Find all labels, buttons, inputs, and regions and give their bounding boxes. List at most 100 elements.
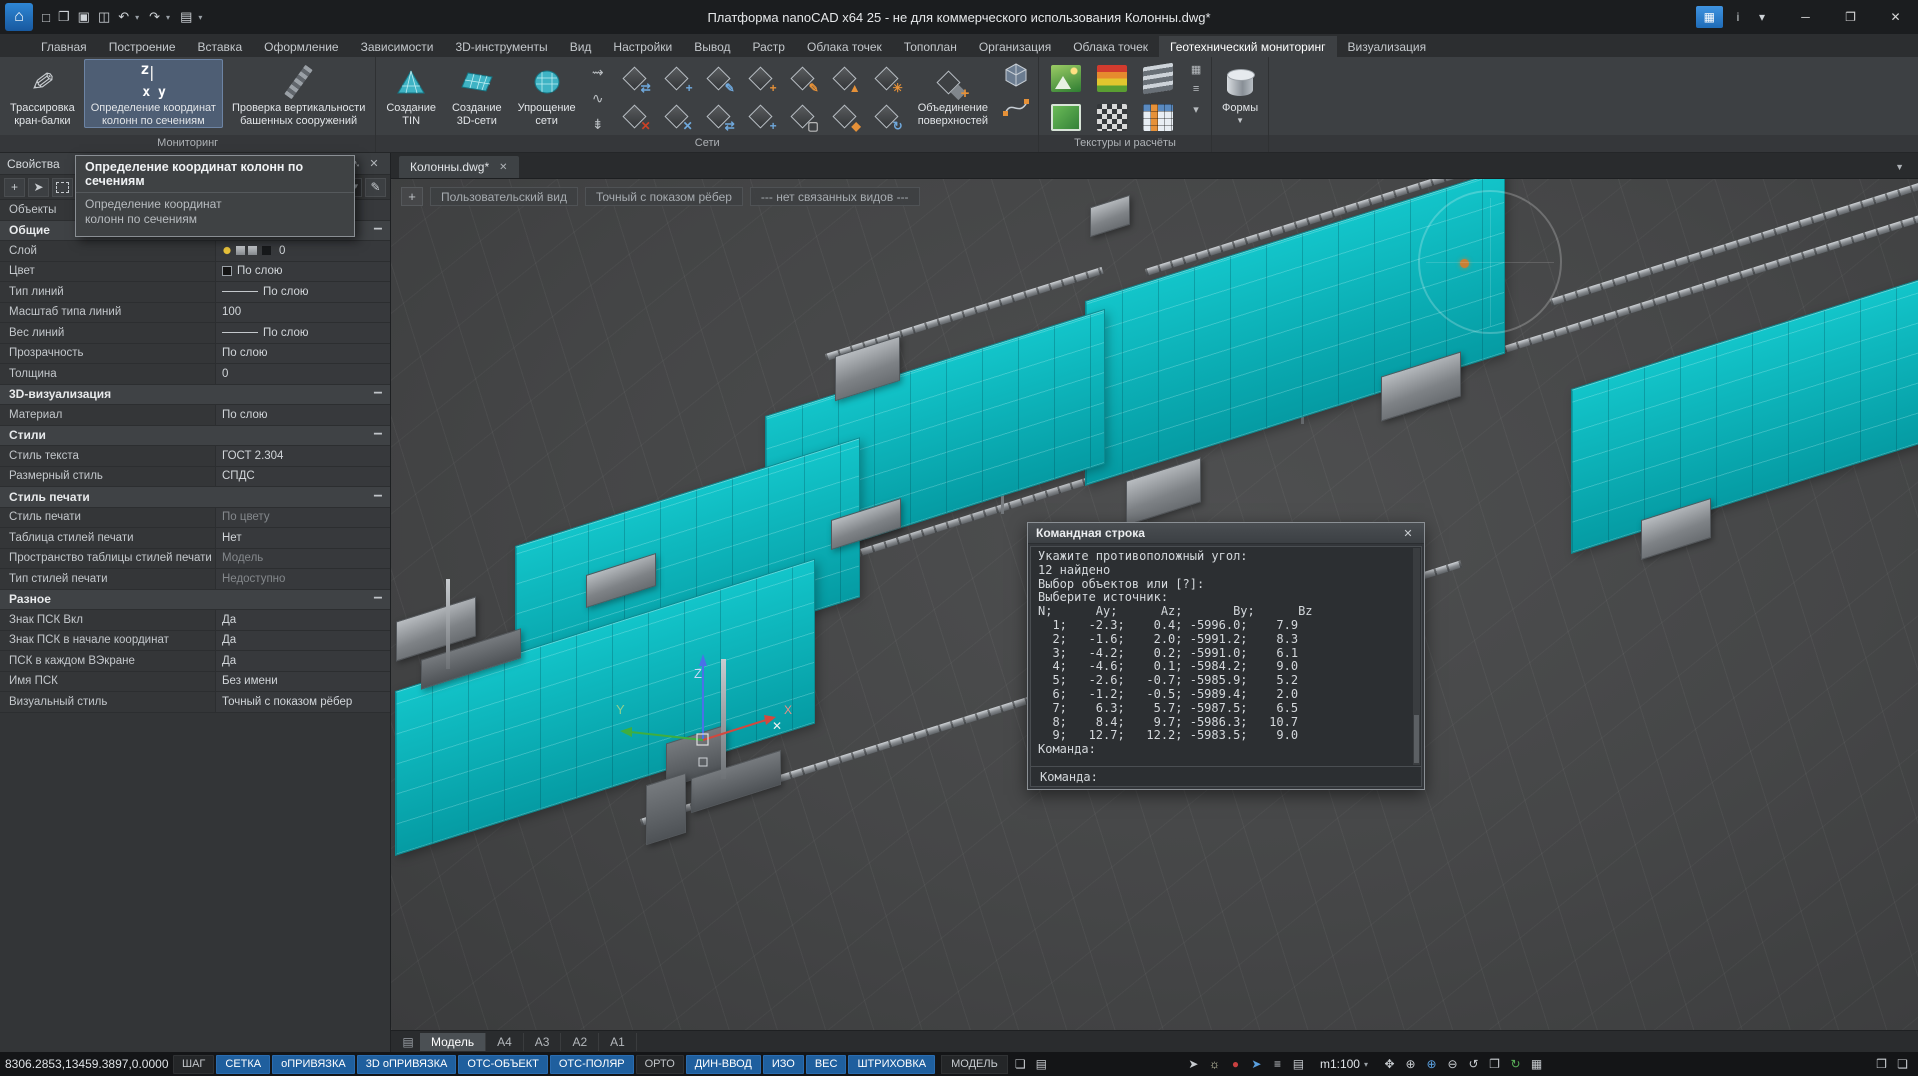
property-value[interactable]: По слою [215, 405, 390, 425]
value-table-icon[interactable] [1135, 98, 1181, 137]
clip-boundary-icon[interactable]: ▢ [782, 97, 824, 135]
help-caret-icon[interactable]: ▾ [1751, 6, 1773, 28]
info-icon[interactable]: i [1727, 6, 1749, 28]
ribbon-tab[interactable]: Зависимости [350, 36, 445, 57]
ribbon-tab[interactable]: Настройки [602, 36, 683, 57]
pan-hand-icon[interactable]: ✥ [1379, 1055, 1400, 1074]
create-tin-button[interactable]: СозданиеTIN [379, 59, 443, 128]
collapse-icon[interactable]: − [366, 221, 390, 239]
collapse-icon[interactable]: − [366, 426, 390, 444]
command-line-header[interactable]: Командная строка ✕ [1028, 523, 1424, 544]
command-history[interactable]: Укажите противоположный угол:12 найденоВ… [1030, 546, 1422, 767]
property-row[interactable]: Прозрачность По слою − [0, 344, 390, 365]
layers-icon[interactable] [1135, 59, 1181, 98]
property-value[interactable]: По цвету [215, 508, 390, 528]
property-row[interactable]: Тип линий По слою − [0, 282, 390, 303]
checker-transparency-icon[interactable] [1089, 98, 1135, 137]
save-all-icon[interactable]: ◫ [94, 5, 114, 29]
property-row[interactable]: Тип стилей печати Недоступно − [0, 569, 390, 590]
nanocad-logo-icon[interactable]: ⌂ [5, 3, 33, 31]
mesh-update-icon[interactable]: ↻ [866, 97, 908, 135]
pick-cursor-icon[interactable]: ➤ [28, 178, 49, 197]
mini-caret-icon[interactable]: ▾ [1187, 101, 1205, 117]
model-viewport[interactable]: Z Y ✕ X + Пользовательский видТочный с п… [391, 179, 1918, 1030]
viewport-control-chip[interactable]: Пользовательский вид [430, 187, 578, 206]
collapse-icon[interactable]: − [366, 385, 390, 403]
collapse-icon[interactable]: − [366, 488, 390, 506]
property-row[interactable]: Цвет По слою − [0, 262, 390, 283]
status-toggle[interactable]: СЕТКА [216, 1055, 270, 1074]
ribbon-tab[interactable]: Вид [559, 36, 603, 57]
close-icon[interactable]: ✕ [365, 157, 383, 170]
model-space-icon[interactable]: ▤ [1031, 1055, 1052, 1074]
ribbon-tab[interactable]: Оформление [253, 36, 349, 57]
surface-draw-icon[interactable]: ✎ [782, 59, 824, 97]
property-value[interactable]: По слою [215, 262, 390, 282]
ribbon-tab[interactable]: Облака точек [1062, 36, 1159, 57]
tower-verticality-button[interactable]: Проверка вертикальностибашенных сооружен… [225, 59, 372, 128]
ribbon-tab[interactable]: Растр [742, 36, 796, 57]
property-row[interactable]: Таблица стилей печати Нет − [0, 528, 390, 549]
maximize-button[interactable]: ❐ [1828, 0, 1873, 34]
mesh-remove-vertex-icon[interactable]: ✕ [656, 97, 698, 135]
ribbon-tab[interactable]: Облака точек [796, 36, 893, 57]
zoom-in-icon[interactable]: ⊕ [1400, 1055, 1421, 1074]
zoom-window-icon[interactable]: ⊕ [1421, 1055, 1442, 1074]
sheets-icon[interactable]: ❐ [1484, 1055, 1505, 1074]
property-value[interactable]: Модель [215, 549, 390, 569]
status-toggle[interactable]: 3D оПРИВЯЗКА [357, 1055, 457, 1074]
undo-caret-icon[interactable]: ▾ [129, 5, 145, 29]
quick-select-icon[interactable]: ✎ [365, 178, 386, 197]
close-button[interactable]: ✕ [1873, 0, 1918, 34]
ribbon-tab[interactable]: Визуализация [1337, 36, 1438, 57]
property-row[interactable]: Стили − [0, 426, 390, 447]
viewport-control-chip[interactable]: Точный с показом рёбер [585, 187, 743, 206]
section-tool-icon[interactable]: ⇟ [587, 115, 609, 134]
property-value[interactable]: 0 [215, 364, 390, 384]
orbit-icon[interactable]: ↺ [1463, 1055, 1484, 1074]
property-row[interactable]: Размерный стиль СПДС − [0, 467, 390, 488]
property-value[interactable]: Точный с показом рёбер [215, 692, 390, 712]
minimize-button[interactable]: ─ [1783, 0, 1828, 34]
color-ramp-icon[interactable] [1089, 59, 1135, 98]
mesh-delete-icon[interactable]: ✕ [614, 97, 656, 135]
graph-tool-icon[interactable]: ∿ [587, 89, 609, 108]
document-tab[interactable]: Колонны.dwg* ✕ [399, 156, 519, 178]
property-value[interactable]: СПДС [215, 467, 390, 487]
new-file-icon[interactable]: □ [38, 5, 54, 29]
dyn-input-icon[interactable]: ▤ [1288, 1055, 1309, 1074]
model-space-button[interactable]: МОДЕЛЬ [941, 1055, 1008, 1074]
layout-tab[interactable]: A1 [599, 1033, 637, 1051]
simplify-mesh-button[interactable]: Упрощениесети [511, 59, 583, 128]
property-value[interactable]: Нет [215, 528, 390, 548]
property-value[interactable]: По слою [215, 344, 390, 364]
ribbon-tab[interactable]: Вывод [683, 36, 741, 57]
window-selection-icon[interactable] [52, 178, 73, 197]
ribbon-tab[interactable]: 3D-инструменты [444, 36, 558, 57]
status-toggle[interactable]: ВЕС [806, 1055, 847, 1074]
layout-list-icon[interactable]: ▤ [396, 1035, 420, 1049]
lamp-icon[interactable]: ☼ [1204, 1055, 1225, 1074]
command-log-icon[interactable]: ≡ [1267, 1055, 1288, 1074]
status-toggle[interactable]: ОРТО [636, 1055, 684, 1074]
zoom-extents-icon[interactable]: ⊖ [1442, 1055, 1463, 1074]
property-value[interactable]: Недоступно [215, 569, 390, 589]
property-row[interactable]: Знак ПСК Вкл Да − [0, 610, 390, 631]
tile-windows-icon[interactable]: ❏ [1892, 1055, 1913, 1074]
record-icon[interactable]: ● [1225, 1055, 1246, 1074]
navigation-wheel[interactable] [1418, 190, 1562, 334]
property-row[interactable]: 3D-визуализация − [0, 385, 390, 406]
green-image-icon[interactable] [1043, 98, 1089, 137]
paper-space-icon[interactable]: ❏ [1010, 1055, 1031, 1074]
orange-polygon-icon[interactable]: ◆ [824, 97, 866, 135]
status-toggle[interactable]: ОТС-ПОЛЯР [550, 1055, 634, 1074]
viewport-plus-button[interactable]: + [401, 187, 423, 206]
cube-orbit-icon[interactable] [1003, 62, 1029, 88]
cursor-badge-icon[interactable]: ➤ [1183, 1055, 1204, 1074]
layout-tab[interactable]: Модель [420, 1033, 486, 1051]
property-row[interactable]: Стиль печати − [0, 487, 390, 508]
property-value[interactable]: 0 [215, 241, 390, 261]
add-selection-icon[interactable]: + [4, 178, 25, 197]
mini-grid-icon[interactable]: ▦ [1187, 61, 1205, 77]
scrollbar[interactable] [1413, 548, 1420, 765]
